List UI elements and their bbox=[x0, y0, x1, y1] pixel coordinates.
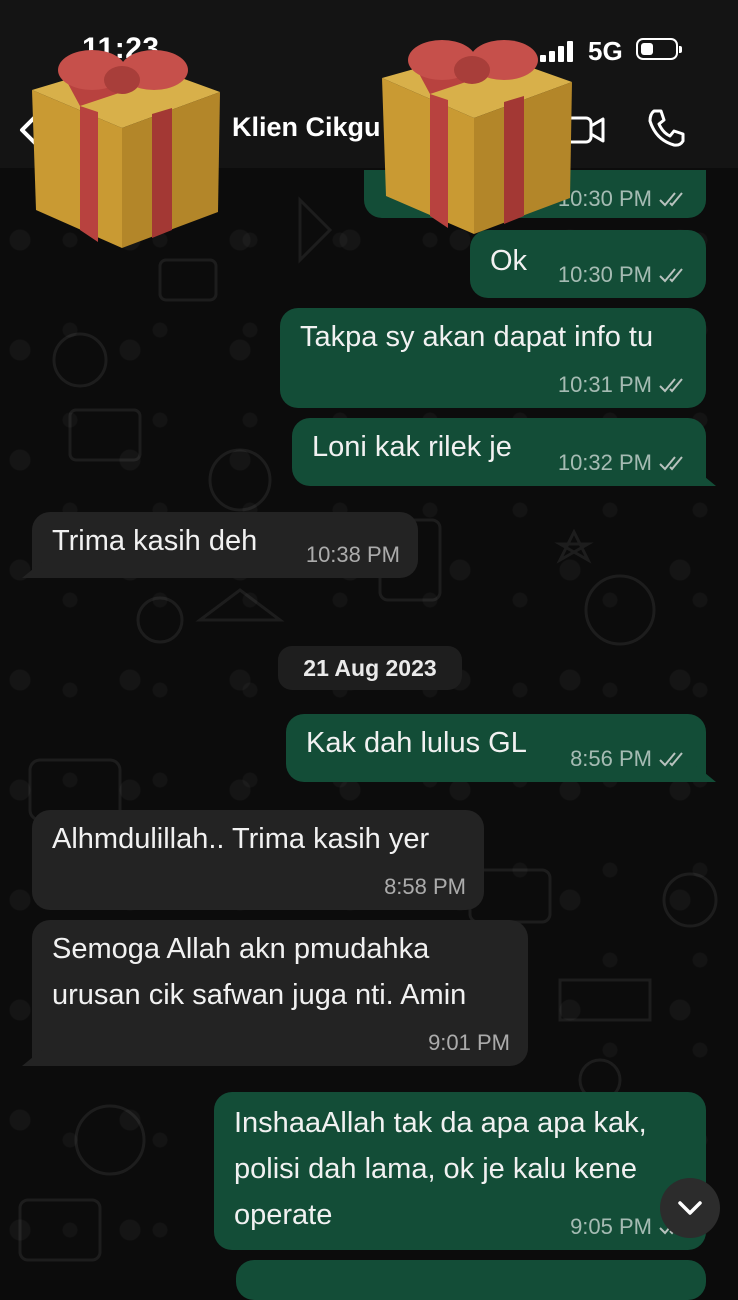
battery-icon bbox=[636, 38, 682, 60]
message-time: 8:56 PM bbox=[570, 746, 652, 771]
message-outgoing[interactable]: Kak dah lulus GL 8:56 PM bbox=[286, 714, 716, 782]
message-time: 9:05 PM bbox=[570, 1214, 652, 1239]
message-meta: 10:32 PM bbox=[558, 450, 688, 476]
message-outgoing[interactable]: InshaaAllah tak da apa apa kak, polisi d… bbox=[214, 1092, 706, 1250]
message-text: Ok bbox=[490, 245, 528, 277]
message-text: Semoga Allah akn pmudahka urusan cik saf… bbox=[52, 933, 467, 1011]
message-text: Kak dah lulus GL bbox=[306, 727, 527, 759]
message-outgoing[interactable]: Ok 10:30 PM bbox=[470, 230, 706, 298]
phone-icon[interactable] bbox=[644, 106, 688, 150]
message-incoming[interactable]: Alhmdulillah.. Trima kasih yer 8:58 PM bbox=[32, 810, 484, 910]
message-incoming[interactable]: Trima kasih deh 10:38 PM bbox=[22, 512, 418, 578]
message-time: 9:01 PM bbox=[428, 1030, 510, 1055]
message-time: 10:38 PM bbox=[305, 542, 400, 567]
message-meta: 8:58 PM bbox=[384, 874, 466, 900]
message-text: Loni kak rilek je bbox=[312, 431, 512, 463]
message-text: Alhmdulillah.. Trima kasih yer bbox=[52, 823, 430, 855]
bubble-tail bbox=[694, 468, 716, 486]
message-incoming[interactable]: Semoga Allah akn pmudahka urusan cik saf… bbox=[22, 920, 528, 1066]
double-check-icon bbox=[659, 268, 683, 283]
bubble-tail bbox=[22, 560, 44, 578]
message-time: 8:58 PM bbox=[384, 874, 466, 899]
message-meta: 10:30 PM bbox=[558, 186, 688, 212]
bubble-tail bbox=[22, 1048, 44, 1066]
message-text: Takpa sy akan dapat info tu bbox=[300, 321, 654, 353]
message-meta: 10:31 PM bbox=[558, 372, 688, 398]
bubble-tail bbox=[694, 764, 716, 782]
message-meta: 9:01 PM bbox=[428, 1030, 510, 1056]
message-text: Trima kasih deh bbox=[52, 525, 258, 557]
gift-sticker-icon bbox=[382, 40, 572, 234]
double-check-icon bbox=[659, 192, 683, 207]
date-separator: 21 Aug 2023 bbox=[278, 646, 462, 690]
message-time: 10:30 PM bbox=[557, 262, 652, 287]
double-check-icon bbox=[659, 378, 683, 393]
gift-sticker-icon bbox=[32, 50, 220, 248]
message-outgoing[interactable]: Takpa sy akan dapat info tu 10:31 PM bbox=[280, 308, 706, 408]
network-label: 5G bbox=[588, 36, 623, 66]
message-meta: 10:30 PM bbox=[558, 262, 688, 288]
chevron-down-icon bbox=[678, 1201, 702, 1215]
double-check-icon bbox=[659, 456, 683, 471]
message-time: 10:32 PM bbox=[557, 450, 652, 475]
double-check-icon bbox=[659, 752, 683, 767]
contact-name[interactable]: Klien Cikgu bbox=[232, 112, 381, 143]
message-outgoing-partial[interactable] bbox=[236, 1260, 706, 1300]
scroll-down-button[interactable] bbox=[660, 1178, 720, 1238]
message-outgoing[interactable]: Loni kak rilek je 10:32 PM bbox=[292, 418, 716, 486]
message-meta: 10:38 PM bbox=[306, 542, 400, 568]
message-meta: 8:56 PM bbox=[570, 746, 688, 772]
message-time: 10:31 PM bbox=[557, 372, 652, 397]
